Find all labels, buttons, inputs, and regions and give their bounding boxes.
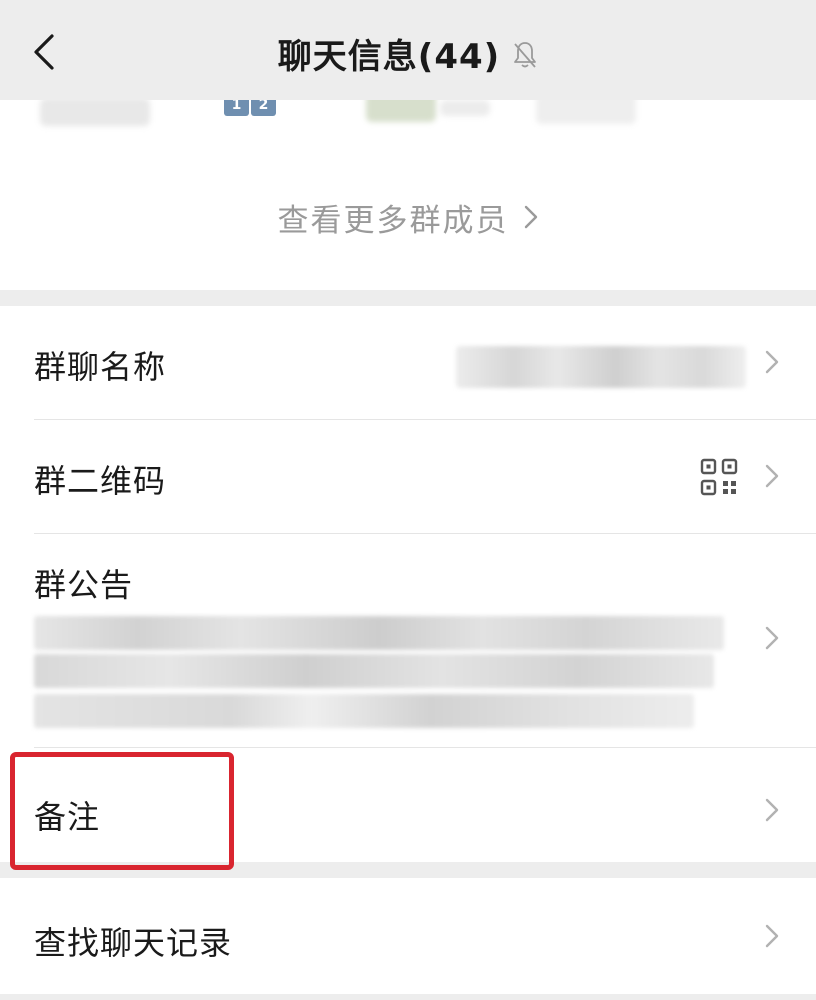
number-badge: 1 bbox=[224, 100, 249, 116]
title-wrap: 聊天信息(44) bbox=[0, 28, 816, 78]
member-name-masked bbox=[536, 100, 636, 124]
search-chat-history-label: 查找聊天记录 bbox=[34, 924, 233, 962]
group-notice-label: 群公告 bbox=[34, 566, 134, 604]
notice-text-masked bbox=[34, 616, 724, 650]
group-qr-row[interactable]: 群二维码 bbox=[0, 420, 816, 533]
view-more-members-label: 查看更多群成员 bbox=[277, 202, 509, 239]
chevron-right-icon bbox=[764, 462, 780, 490]
member-avatars-row: 1 2 bbox=[0, 100, 816, 130]
chevron-right-icon bbox=[764, 796, 780, 824]
group-name-label: 群聊名称 bbox=[34, 348, 167, 386]
notice-text-masked bbox=[34, 654, 714, 688]
highlight-annotation-box bbox=[10, 752, 234, 870]
member-badges: 1 2 bbox=[224, 100, 276, 116]
chevron-right-icon bbox=[764, 348, 780, 376]
member-name-masked bbox=[40, 100, 150, 126]
search-chat-history-row[interactable]: 查找聊天记录 bbox=[0, 878, 816, 994]
notice-text-masked bbox=[34, 694, 694, 728]
page-title: 聊天信息(44) bbox=[277, 36, 501, 77]
chevron-right-icon bbox=[764, 922, 780, 950]
member-name-masked bbox=[440, 100, 490, 116]
group-name-value-masked bbox=[456, 346, 746, 388]
nav-header: 聊天信息(44) bbox=[0, 0, 816, 100]
group-notice-row[interactable]: 群公告 bbox=[0, 534, 816, 747]
chevron-right-icon bbox=[764, 624, 780, 652]
number-badge: 2 bbox=[251, 100, 276, 116]
member-panel: 1 2 查看更多群成员 bbox=[0, 100, 816, 290]
qr-code-icon bbox=[700, 458, 738, 496]
bell-muted-icon bbox=[512, 40, 538, 70]
chevron-right-icon bbox=[523, 203, 539, 231]
group-qr-label: 群二维码 bbox=[34, 462, 167, 500]
member-avatar-masked[interactable] bbox=[366, 100, 436, 122]
group-name-row[interactable]: 群聊名称 bbox=[0, 306, 816, 419]
view-more-members-link[interactable]: 查看更多群成员 bbox=[0, 192, 816, 242]
settings-group: 查找聊天记录 bbox=[0, 878, 816, 994]
